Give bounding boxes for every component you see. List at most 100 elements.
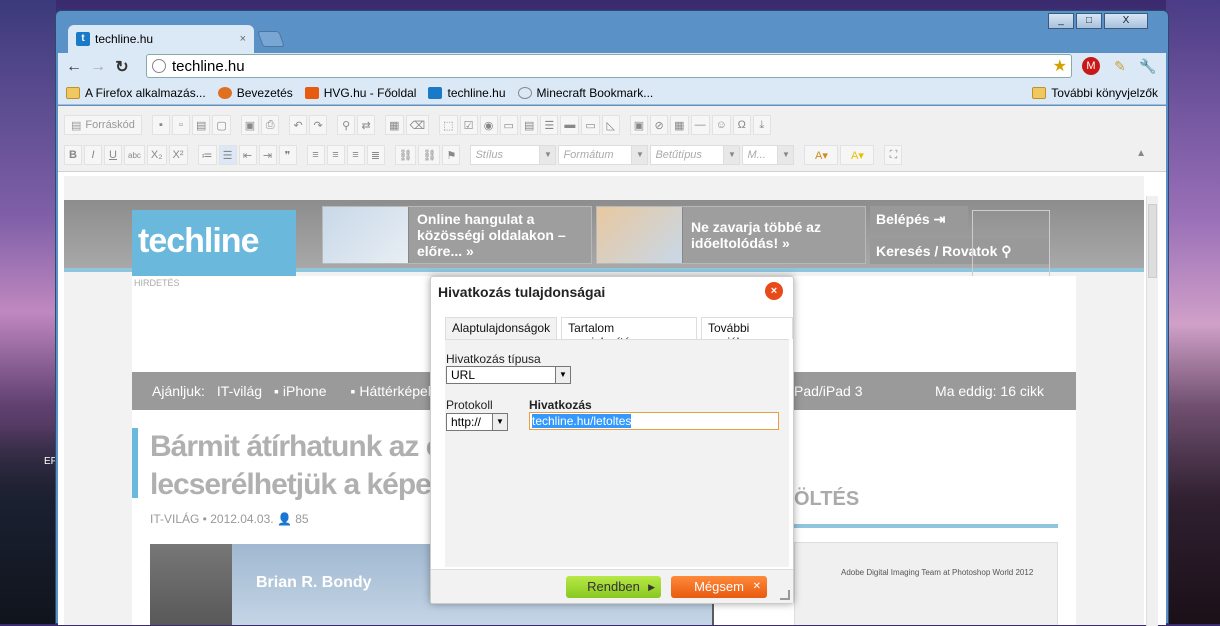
collapse-toolbar-icon[interactable]: ▲: [1136, 148, 1146, 159]
remove-format-icon[interactable]: ⌫: [405, 115, 430, 135]
tab-basic[interactable]: Alaptulajdonságok: [445, 317, 558, 339]
format-select[interactable]: Formátum ▼: [558, 145, 649, 165]
tab-target[interactable]: Tartalom megjelenítése: [561, 317, 697, 349]
maximize-button[interactable]: □: [1076, 13, 1102, 29]
unlink-icon[interactable]: ⛓: [418, 145, 441, 165]
reload-button[interactable]: ↻: [110, 57, 134, 77]
undo-icon[interactable]: ↶: [289, 115, 308, 135]
link-icon[interactable]: ⛓: [394, 145, 417, 165]
table-icon[interactable]: ▦: [670, 115, 689, 135]
page-scrollbar[interactable]: [1146, 196, 1158, 626]
save-icon[interactable]: ▪: [151, 115, 170, 135]
bookmark-item[interactable]: Minecraft Bookmark...: [517, 86, 653, 100]
superscript-button[interactable]: X²: [168, 145, 188, 165]
bookmark-item[interactable]: techline.hu: [428, 86, 506, 100]
anchor-icon[interactable]: ⚑: [442, 145, 461, 165]
font-select[interactable]: Betűtípus ▼: [650, 145, 741, 165]
checkbox-icon[interactable]: ☑: [459, 115, 478, 135]
sidebar-image[interactable]: Adobe Digital Imaging Team at Photoshop …: [794, 542, 1058, 625]
strike-button[interactable]: abc: [124, 145, 145, 165]
italic-button[interactable]: I: [84, 145, 102, 165]
select-all-icon[interactable]: ▦: [385, 115, 404, 135]
link-url-input[interactable]: techline.hu/letoltes: [529, 412, 779, 430]
hidden-field-icon[interactable]: ◺: [601, 115, 620, 135]
outdent-icon[interactable]: ⇤: [238, 145, 257, 165]
other-bookmarks-label: További könyvjelzők: [1051, 85, 1158, 100]
image-button-icon[interactable]: ▭: [581, 115, 600, 135]
page-break-icon[interactable]: ⤓: [752, 115, 771, 135]
flash-icon[interactable]: ⊘: [650, 115, 669, 135]
tab-advanced[interactable]: További opciók: [700, 317, 793, 349]
forward-button[interactable]: →: [86, 58, 110, 76]
paste-icon[interactable]: ▣: [240, 115, 260, 135]
preview-icon[interactable]: ▢: [212, 115, 231, 135]
chevron-down-icon: ▼: [723, 146, 740, 164]
underline-button[interactable]: U: [104, 145, 122, 165]
horizontal-rule-icon[interactable]: ―: [690, 115, 710, 135]
print-icon[interactable]: ⎙: [261, 115, 280, 135]
nav-item[interactable]: ▪ iPhone: [274, 383, 338, 399]
size-select[interactable]: M... ▼: [742, 145, 795, 165]
indent-icon[interactable]: ⇥: [258, 145, 277, 165]
smiley-icon[interactable]: ☺: [711, 115, 731, 135]
scrollbar-thumb[interactable]: [1148, 204, 1157, 278]
style-select[interactable]: Stílus ▼: [470, 145, 557, 165]
promo-box-1[interactable]: Online hangulat a közösségi oldalakon – …: [322, 206, 592, 264]
align-left-icon[interactable]: ≡: [306, 145, 325, 165]
techline-logo[interactable]: techline: [132, 210, 296, 278]
justify-icon[interactable]: ≣: [366, 145, 385, 165]
close-window-button[interactable]: X: [1104, 13, 1148, 29]
link-label: Hivatkozás: [529, 398, 592, 412]
replace-icon[interactable]: ⇄: [357, 115, 376, 135]
link-type-select[interactable]: URL ▼: [446, 366, 571, 384]
radio-icon[interactable]: ◉: [479, 115, 498, 135]
minimize-button[interactable]: _: [1048, 13, 1074, 29]
find-icon[interactable]: ⚲: [337, 115, 356, 135]
align-center-icon[interactable]: ≡: [326, 145, 345, 165]
bullet-list-icon[interactable]: ☰: [218, 145, 237, 165]
bookmark-star-icon[interactable]: ★: [1053, 56, 1067, 76]
new-tab-button[interactable]: [257, 31, 285, 47]
maximize-icon[interactable]: ⛶: [884, 145, 903, 165]
subscript-button[interactable]: X₂: [146, 145, 167, 165]
nav-item[interactable]: Pad/iPad 3: [794, 383, 863, 399]
browser-tab[interactable]: t techline.hu ×: [68, 25, 254, 53]
ok-button[interactable]: Rendben ▶: [566, 576, 661, 598]
bookmark-item[interactable]: Bevezetés: [217, 86, 293, 100]
article-title[interactable]: Bármit átírhatunk az ol lecserélhetjük a …: [150, 428, 463, 504]
button-field-icon[interactable]: ▬: [560, 115, 580, 135]
textfield-icon[interactable]: ▭: [499, 115, 518, 135]
nav-item[interactable]: IT-világ: [217, 383, 262, 399]
cancel-button[interactable]: Mégsem ✕: [671, 576, 767, 598]
bookmark-item[interactable]: HVG.hu - Főoldal: [304, 86, 416, 100]
bg-color-icon[interactable]: A▾: [840, 145, 875, 165]
notes-extension-icon[interactable]: ✎: [1110, 56, 1130, 76]
other-bookmarks[interactable]: További könyvjelzők: [1032, 86, 1158, 100]
login-link[interactable]: Belépés ⇥: [870, 206, 968, 232]
address-bar[interactable]: techline.hu ★: [146, 54, 1072, 78]
form-icon[interactable]: ⬚: [439, 115, 458, 135]
blockquote-icon[interactable]: ❞: [278, 145, 297, 165]
promo-box-2[interactable]: Ne zavarja többé az időeltolódás! »: [596, 206, 866, 264]
text-color-icon[interactable]: A▾: [804, 145, 839, 165]
tab-close-icon[interactable]: ×: [240, 33, 246, 45]
wrench-menu-icon[interactable]: 🔧: [1138, 56, 1158, 76]
resize-grip[interactable]: [780, 590, 790, 600]
special-char-icon[interactable]: Ω: [732, 115, 751, 135]
redo-icon[interactable]: ↷: [309, 115, 328, 135]
new-page-icon[interactable]: ▫: [171, 115, 190, 135]
bold-button[interactable]: B: [64, 145, 82, 165]
image-icon[interactable]: ▣: [629, 115, 649, 135]
bookmark-item[interactable]: A Firefox alkalmazás...: [66, 86, 206, 100]
extension-icon[interactable]: M: [1082, 57, 1100, 75]
close-icon[interactable]: ×: [765, 282, 783, 300]
select-field-icon[interactable]: ☰: [540, 115, 559, 135]
protocol-select[interactable]: http:// ▼: [446, 413, 508, 431]
source-button[interactable]: ▤ Forráskód: [64, 115, 142, 135]
templates-icon[interactable]: ▤: [191, 115, 211, 135]
align-right-icon[interactable]: ≡: [346, 145, 365, 165]
back-button[interactable]: ←: [62, 58, 86, 76]
textarea-icon[interactable]: ▤: [519, 115, 539, 135]
source-icon: ▤: [71, 119, 82, 132]
numbered-list-icon[interactable]: ≔: [197, 145, 217, 165]
